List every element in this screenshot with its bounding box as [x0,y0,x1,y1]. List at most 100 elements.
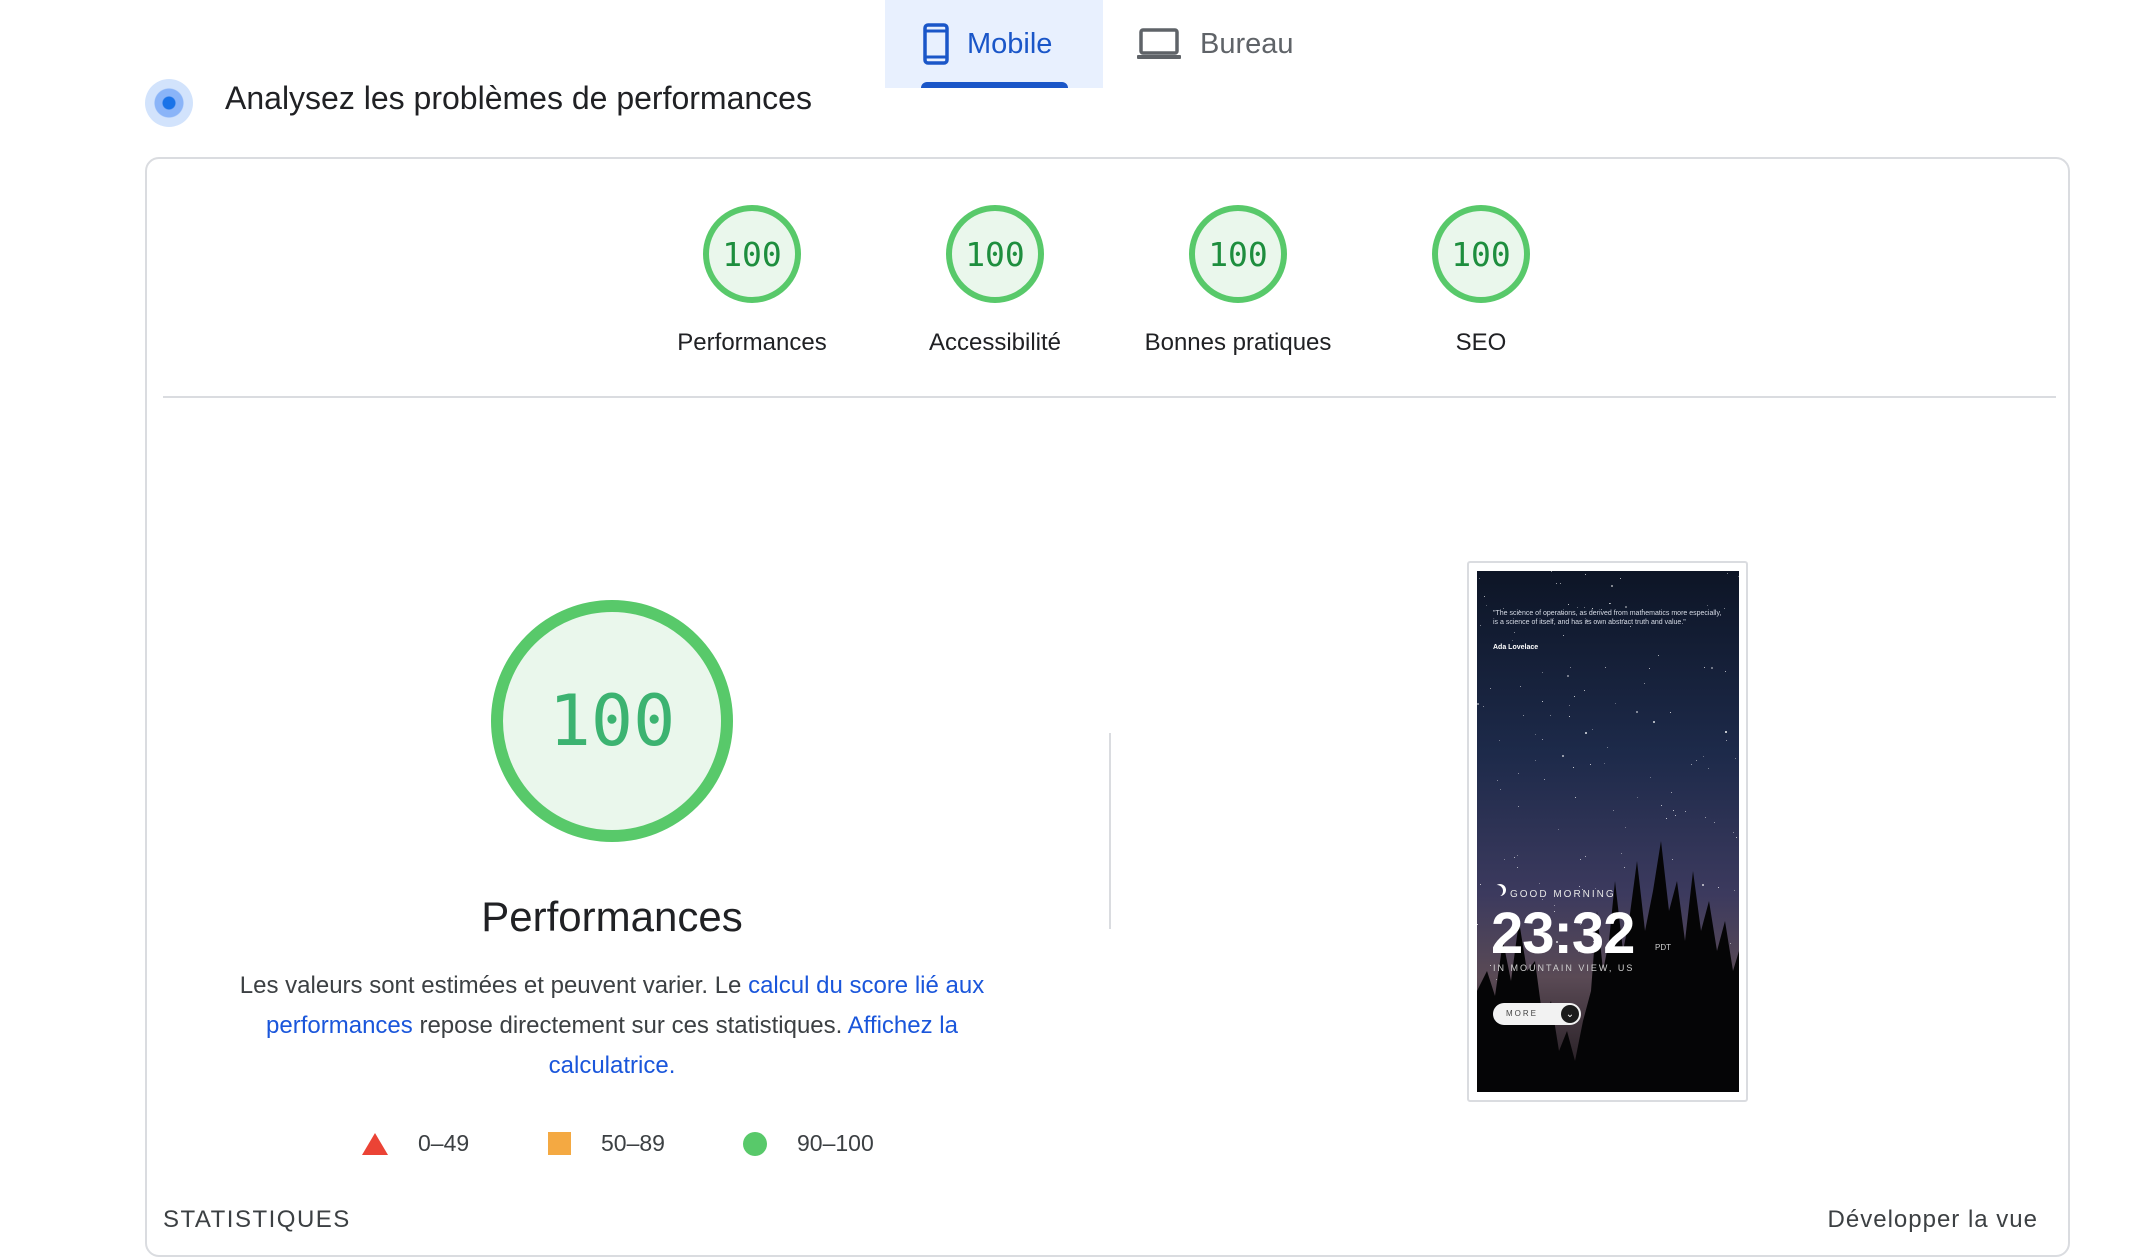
star [1568,604,1569,605]
star [1605,667,1606,668]
star [1550,715,1551,716]
star [1542,739,1543,740]
star [1518,773,1519,774]
tab-mobile[interactable]: Mobile [885,0,1103,88]
star [1671,792,1672,793]
moon-icon [1491,885,1503,897]
star [1569,716,1570,717]
star [1562,755,1564,757]
gauge-seo[interactable]: 100 [1432,205,1530,303]
star [1649,668,1650,669]
star [1512,640,1513,641]
pulse-icon [145,79,193,127]
star [1705,817,1706,818]
gauge-label-best-practices[interactable]: Bonnes pratiques [1118,329,1358,357]
star [1570,667,1571,668]
tab-mobile-label: Mobile [967,27,1053,60]
star [1585,732,1587,734]
star [1497,780,1498,781]
star [1726,740,1727,741]
legend-range: 90–100 [797,1130,874,1156]
performance-description: Les valeurs sont estimées et peuvent var… [222,966,1002,1086]
star [1650,777,1651,778]
smartphone-icon [923,23,949,65]
star [1670,712,1671,713]
description-text: Les valeurs sont estimées et peuvent var… [239,972,749,999]
chevron-down-icon: ⌄ [1561,1005,1579,1023]
star [1560,583,1561,584]
legend-range: 50–89 [601,1130,665,1156]
star [1490,688,1491,689]
star [1725,731,1727,733]
gauge-accessibility[interactable]: 100 [946,205,1044,303]
star [1625,606,1627,608]
star [1615,703,1616,704]
star [1477,703,1479,705]
star [1607,747,1608,748]
star [1620,578,1621,579]
performance-gauge: 100 [491,600,733,842]
star [1711,667,1713,669]
performance-title: Performances [481,893,743,940]
square-icon [548,1132,571,1155]
star [1499,740,1500,741]
star [1673,810,1674,811]
tab-desktop[interactable]: Bureau [1136,0,1336,88]
star [1704,667,1705,668]
legend-range: 0–49 [418,1130,470,1156]
star [1584,607,1585,608]
timezone: PDT [1655,943,1671,952]
star [1727,573,1728,574]
star [1520,686,1521,687]
star [1708,768,1709,769]
star [1585,574,1586,575]
laptop-icon [1137,28,1181,59]
star [1644,683,1645,684]
gauge-label-accessibility[interactable]: Accessibilité [875,329,1115,357]
star [1575,797,1576,798]
star [1542,672,1543,673]
star [1666,818,1667,819]
star [1637,797,1638,798]
star [1483,706,1484,707]
gauge-label-seo[interactable]: SEO [1361,329,1601,357]
legend-item-pass: 90–100 [743,1130,874,1157]
gauge-label-performances[interactable]: Performances [632,329,872,357]
report-card [145,157,2070,1257]
page-screenshot[interactable]: "The science of operations, as derived f… [1477,571,1739,1092]
location: IN MOUNTAIN VIEW, US [1493,963,1635,973]
star [1479,578,1480,579]
star [1590,764,1591,765]
star [1577,607,1578,608]
star [1735,758,1736,759]
description-text-2: repose directement sur ces statistiques. [412,1012,848,1039]
greeting: GOOD MORNING [1510,889,1616,900]
star [1535,760,1536,761]
divider [163,396,2056,398]
star [1707,605,1708,606]
star [1514,632,1515,633]
gauge-best-practices[interactable]: 100 [1189,205,1287,303]
star [1551,571,1552,572]
star [1523,715,1524,716]
star [1556,583,1557,584]
tab-selected-indicator [921,82,1068,88]
legend-item-average: 50–89 [548,1130,665,1157]
star [1574,696,1575,697]
star [1573,767,1574,768]
star [1563,635,1564,636]
star [1636,711,1638,713]
star [1610,603,1611,604]
star [1658,655,1659,656]
gauge-performances[interactable]: 100 [703,205,801,303]
star [1611,585,1613,587]
star [1480,625,1481,626]
star [1661,805,1662,806]
star [1685,811,1686,812]
star [1653,721,1655,723]
star [1725,671,1726,672]
star [1696,760,1697,761]
star [1544,779,1545,780]
star [1535,734,1536,735]
star [1675,815,1676,816]
